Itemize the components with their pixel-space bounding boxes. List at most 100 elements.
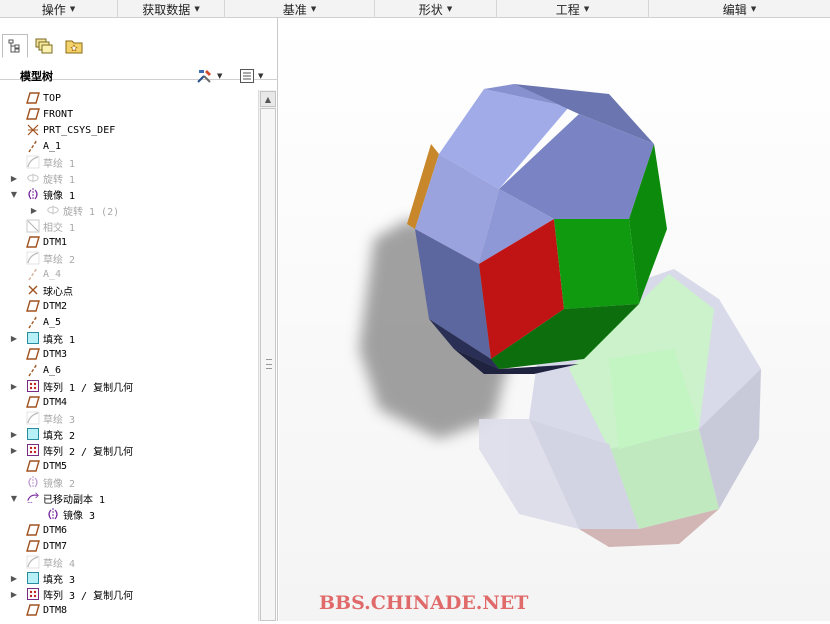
chevron-down-icon: ▼ bbox=[446, 5, 453, 13]
tree-item[interactable]: FRONT bbox=[0, 106, 258, 122]
graphics-viewport[interactable]: BBS.CHINADE.NET bbox=[279, 19, 830, 621]
tree-item-label: 草绘 4 bbox=[43, 558, 76, 570]
datum-plane-icon bbox=[26, 107, 40, 121]
tree-settings-button[interactable]: ▼ bbox=[196, 67, 222, 85]
scrollbar-thumb[interactable] bbox=[260, 108, 276, 621]
tree-item[interactable]: DTM4 bbox=[0, 394, 258, 410]
expand-arrow-icon[interactable]: ▶ bbox=[9, 446, 19, 455]
datum-plane-icon bbox=[26, 395, 40, 409]
tree-item[interactable]: ▶ 旋转 1 bbox=[0, 170, 258, 186]
ribbon-tab-shapes[interactable]: 形状 ▼ bbox=[375, 0, 497, 18]
ribbon-tab-edit[interactable]: 编辑 ▼ bbox=[649, 0, 830, 18]
mirror-icon bbox=[46, 507, 60, 521]
grip-icon bbox=[266, 359, 272, 369]
fill-icon bbox=[26, 571, 40, 585]
tree-item[interactable]: DTM8 bbox=[0, 602, 258, 618]
datum-plane-icon bbox=[26, 603, 40, 617]
tree-item[interactable]: ▶ 填充 3 bbox=[0, 570, 258, 586]
collapse-arrow-icon[interactable]: ▼ bbox=[9, 494, 19, 503]
tree-item[interactable]: DTM2 bbox=[0, 298, 258, 314]
datum-plane-icon bbox=[26, 523, 40, 537]
datum-plane-icon bbox=[26, 91, 40, 105]
tree-item[interactable]: A_1 bbox=[0, 138, 258, 154]
expand-arrow-icon[interactable]: ▶ bbox=[9, 174, 19, 183]
tree-item[interactable]: ▶ 阵列 2 / 复制几何 bbox=[0, 442, 258, 458]
collapse-arrow-icon[interactable]: ▼ bbox=[9, 190, 19, 199]
expand-arrow-icon[interactable]: ▶ bbox=[9, 334, 19, 343]
tree-item[interactable]: 草绘 4 bbox=[0, 554, 258, 570]
tree-item[interactable]: DTM3 bbox=[0, 346, 258, 362]
tree-item[interactable]: ▼ 镜像 1 bbox=[0, 186, 258, 202]
tree-item-label: 草绘 1 bbox=[43, 158, 76, 170]
tree-item[interactable]: TOP bbox=[0, 90, 258, 106]
ribbon-tab-operations[interactable]: 操作 ▼ bbox=[0, 0, 118, 18]
tab-layers[interactable] bbox=[31, 34, 57, 58]
datum-plane-icon bbox=[26, 539, 40, 553]
tree-item[interactable]: ▶ 旋转 1 (2) bbox=[0, 202, 258, 218]
tree-item[interactable]: ▶ 阵列 1 / 复制几何 bbox=[0, 378, 258, 394]
tree-item[interactable]: ▶ 阵列 3 / 复制几何 bbox=[0, 586, 258, 602]
tree-item[interactable]: 球心点 bbox=[0, 282, 258, 298]
tree-item[interactable]: A_5 bbox=[0, 314, 258, 330]
ribbon-tab-engineering[interactable]: 工程 ▼ bbox=[497, 0, 649, 18]
tree-show-button[interactable]: ▼ bbox=[239, 67, 263, 85]
tree-item[interactable]: A_4 bbox=[0, 266, 258, 282]
expand-arrow-icon[interactable]: ▶ bbox=[9, 382, 19, 391]
tree-item-label: A_1 bbox=[43, 140, 62, 152]
tree-item-label: 旋转 1 bbox=[43, 174, 76, 186]
ribbon-tab-datum[interactable]: 基准 ▼ bbox=[225, 0, 375, 18]
csys-icon bbox=[26, 123, 40, 137]
tab-model-tree[interactable] bbox=[2, 34, 28, 58]
tree-item-label: DTM6 bbox=[43, 524, 68, 536]
tree-item[interactable]: 草绘 1 bbox=[0, 154, 258, 170]
chevron-down-icon: ▼ bbox=[750, 5, 757, 13]
ribbon-tab-get-data[interactable]: 获取数据 ▼ bbox=[118, 0, 225, 18]
tree-item[interactable]: 镜像 2 bbox=[0, 474, 258, 490]
expand-arrow-icon[interactable]: ▶ bbox=[29, 206, 39, 215]
datum-plane-icon bbox=[26, 459, 40, 473]
folder-star-icon bbox=[65, 40, 83, 54]
ribbon-tab-label: 操作 bbox=[41, 2, 66, 17]
point-icon bbox=[26, 283, 40, 297]
tree-item[interactable]: 草绘 2 bbox=[0, 250, 258, 266]
axis-icon bbox=[26, 267, 40, 281]
chevron-down-icon: ▼ bbox=[310, 5, 317, 13]
tree-item-label: 阵列 2 / 复制几何 bbox=[43, 446, 134, 458]
revolve-icon bbox=[26, 171, 40, 185]
tree-item[interactable]: DTM5 bbox=[0, 458, 258, 474]
tree-item[interactable]: DTM7 bbox=[0, 538, 258, 554]
tree-item-label: PRT_CSYS_DEF bbox=[43, 124, 116, 136]
tree-scrollbar[interactable]: ▲ bbox=[258, 90, 276, 621]
datum-plane-icon bbox=[26, 347, 40, 361]
tree-item[interactable]: DTM1 bbox=[0, 234, 258, 250]
tree-item-label: 镜像 3 bbox=[63, 510, 96, 522]
tree-item-label: 填充 1 bbox=[43, 334, 76, 346]
expand-arrow-icon[interactable]: ▶ bbox=[9, 574, 19, 583]
tree-item[interactable]: PRT_CSYS_DEF bbox=[0, 122, 258, 138]
tree-item[interactable]: A_6 bbox=[0, 362, 258, 378]
tree-item[interactable]: 镜像 3 bbox=[0, 506, 258, 522]
intersect-icon bbox=[26, 219, 40, 233]
ribbon-tab-label: 获取数据 bbox=[142, 2, 191, 17]
tree-item[interactable]: ▶ 填充 2 bbox=[0, 426, 258, 442]
chevron-down-icon: ▼ bbox=[583, 5, 590, 13]
expand-arrow-icon[interactable]: ▶ bbox=[9, 430, 19, 439]
tree-item[interactable]: DTM6 bbox=[0, 522, 258, 538]
tab-favorites-folder[interactable] bbox=[61, 34, 87, 58]
tree-item[interactable]: 相交 1 bbox=[0, 218, 258, 234]
tree-item[interactable]: ▶ 填充 1 bbox=[0, 330, 258, 346]
tree-item-label: 旋转 1 (2) bbox=[63, 206, 120, 218]
layers-icon bbox=[35, 38, 53, 54]
ribbon-tab-label: 形状 bbox=[418, 2, 443, 17]
expand-arrow-icon[interactable]: ▶ bbox=[9, 590, 19, 599]
tree-item-label: DTM1 bbox=[43, 236, 68, 248]
tree-item[interactable]: 草绘 3 bbox=[0, 410, 258, 426]
model-3d-view[interactable]: BBS.CHINADE.NET bbox=[279, 19, 830, 621]
chevron-down-icon: ▼ bbox=[258, 72, 264, 80]
model-tree-header: 模型树 ▼ ▼ bbox=[0, 64, 278, 88]
sketch-icon bbox=[26, 411, 40, 425]
tree-item[interactable]: ▼ 已移动副本 1 bbox=[0, 490, 258, 506]
tree-item-label: 填充 2 bbox=[43, 430, 76, 442]
scroll-up-arrow-icon[interactable]: ▲ bbox=[260, 91, 276, 107]
datum-plane-icon bbox=[26, 235, 40, 249]
